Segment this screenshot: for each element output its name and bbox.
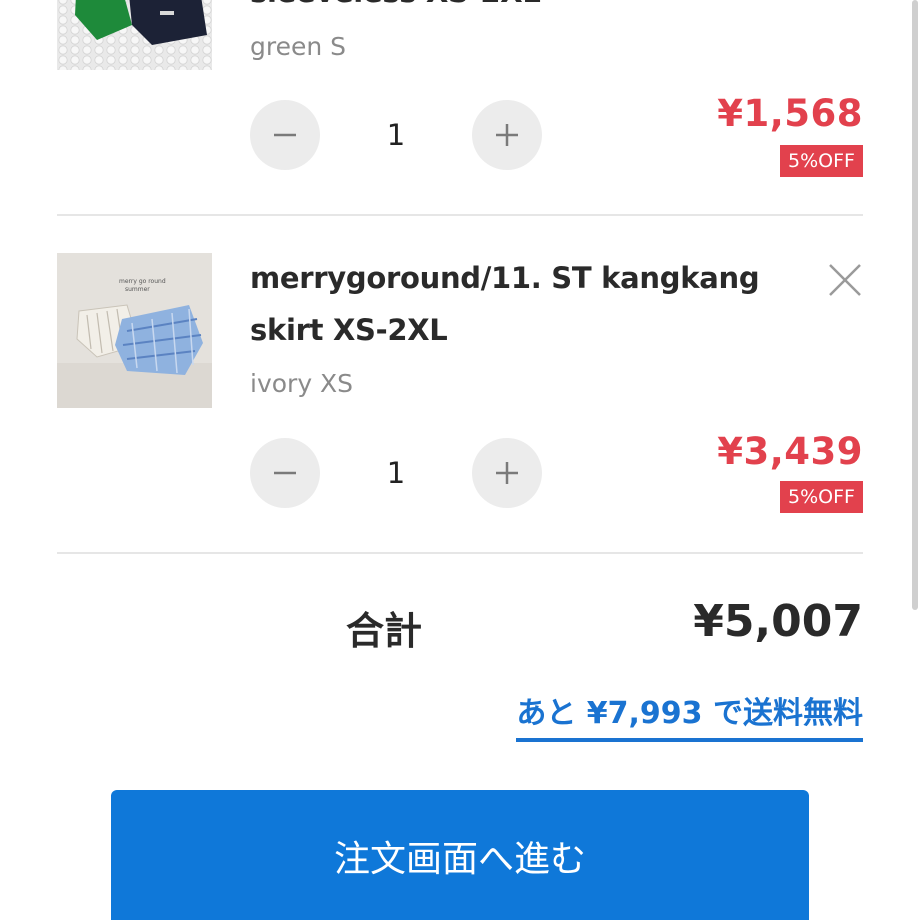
close-icon: [829, 264, 861, 296]
discount-badge: 5%OFF: [780, 481, 863, 513]
total-value: ¥5,007: [693, 596, 863, 647]
decrease-quantity-button[interactable]: [250, 100, 320, 170]
total-label: 合計: [346, 609, 423, 653]
product-name[interactable]: sleeveless XS-2XL: [250, 0, 810, 18]
scrollbar[interactable]: [912, 0, 918, 610]
product-image[interactable]: merry go round summer: [57, 253, 212, 408]
decrease-quantity-button[interactable]: [250, 438, 320, 508]
remove-item-button[interactable]: [827, 262, 863, 298]
increase-quantity-button[interactable]: [472, 100, 542, 170]
svg-text:merry go round: merry go round: [119, 278, 166, 285]
quantity-value: 1: [386, 118, 406, 152]
item-price: ¥3,439: [717, 430, 863, 473]
minus-icon: [274, 133, 296, 137]
svg-text:summer: summer: [125, 286, 150, 293]
product-variant: green S: [250, 32, 347, 61]
plus-icon: [496, 462, 518, 484]
item-price: ¥1,568: [717, 92, 863, 135]
product-variant: ivory XS: [250, 369, 354, 398]
minus-icon: [274, 471, 296, 475]
increase-quantity-button[interactable]: [472, 438, 542, 508]
free-shipping-link[interactable]: あと ¥7,993 で送料無料: [516, 688, 863, 742]
quantity-value: 1: [386, 456, 406, 490]
plus-icon: [496, 124, 518, 146]
discount-badge: 5%OFF: [780, 145, 863, 177]
cart-item: sleeveless XS-2XL green S 1 ¥1,568 5%OFF: [57, 0, 863, 214]
cart-page: sleeveless XS-2XL green S 1 ¥1,568 5%OFF: [0, 0, 920, 920]
product-image[interactable]: [57, 0, 212, 70]
product-name[interactable]: merrygoround/11. ST kangkang skirt XS-2X…: [250, 252, 810, 356]
cart-item: merry go round summer merrygoround/11. S…: [57, 216, 863, 552]
item-divider: [57, 552, 863, 554]
product-photo-skirt: merry go round summer: [57, 253, 212, 408]
product-photo-sleeveless: [57, 0, 212, 70]
proceed-to-checkout-button[interactable]: 注文画面へ進む: [111, 790, 809, 920]
